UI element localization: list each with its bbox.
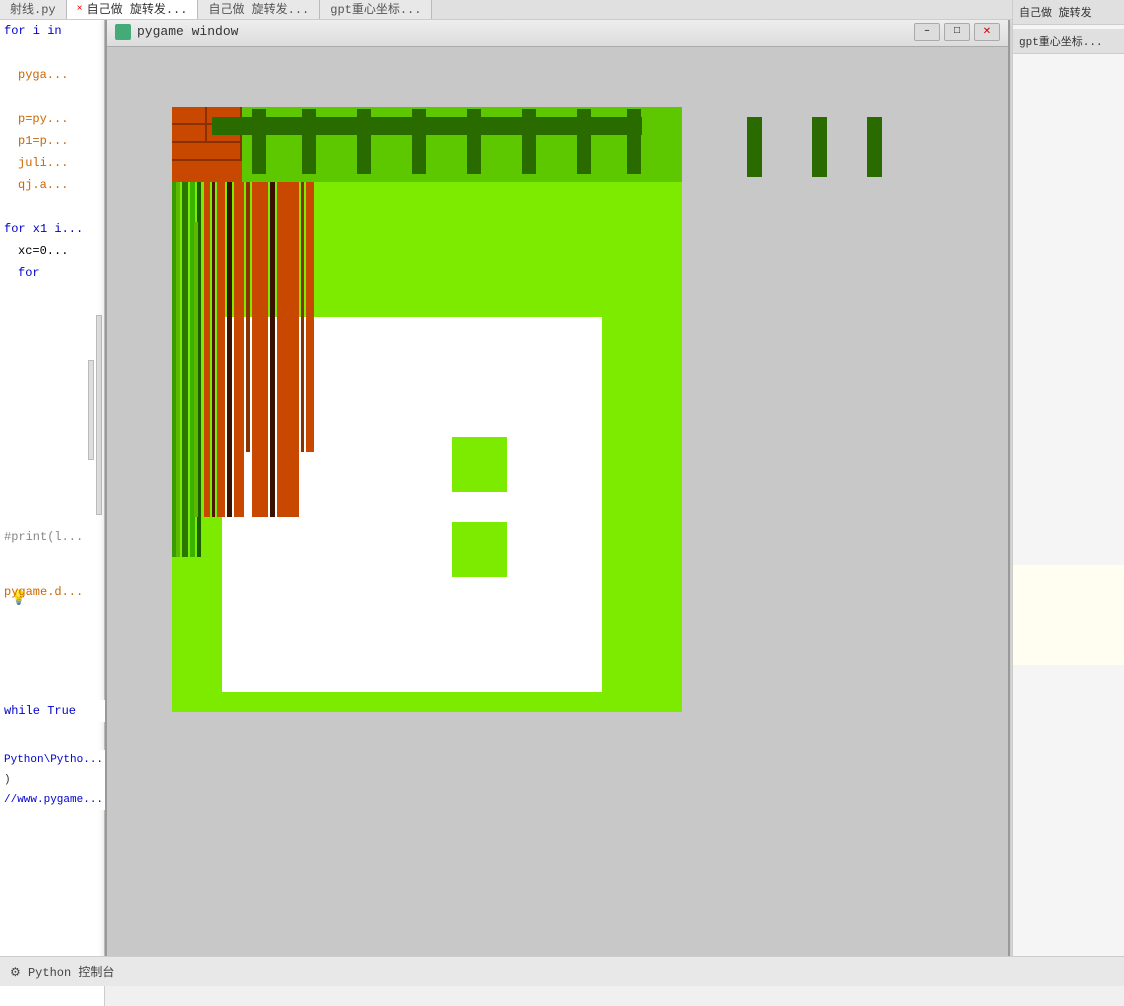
code-line-xc: xc=0... (0, 240, 104, 262)
code-line-1: for i in (0, 20, 104, 42)
code-line-p: p=py... (0, 108, 104, 130)
right-sidebar: 自己做 旋转发 gpt重心坐标... (1012, 0, 1124, 986)
tab-shoot[interactable]: 射线.py (0, 0, 67, 19)
restore-button[interactable]: □ (944, 23, 970, 41)
pygame-canvas (107, 47, 1008, 958)
green-platform (172, 182, 682, 712)
brick-1 (172, 107, 207, 123)
code-line-pygame-d: pygame.d... (4, 585, 83, 599)
green-square-1 (452, 437, 507, 492)
python-console-label[interactable]: ⚙ Python 控制台 (10, 963, 114, 980)
float-rect-2 (812, 117, 827, 177)
col-orange-4 (252, 182, 268, 517)
fence-area (172, 107, 682, 182)
tab-gpt[interactable]: gpt重心坐标... (320, 0, 432, 19)
fence-post-2 (302, 109, 316, 174)
fence-post-4 (412, 109, 426, 174)
console-line-1: Python\Pytho... (4, 750, 105, 770)
while-true-area: while True (0, 700, 105, 722)
stripe-2 (182, 182, 188, 557)
game-scene (172, 107, 682, 707)
col-orange-1 (204, 182, 210, 517)
code-line-juli: juli... (0, 152, 104, 174)
pygame-window: pygame window – □ ✕ (105, 15, 1010, 960)
col-med-2 (301, 182, 304, 452)
float-rect-3 (867, 117, 882, 177)
fence-post-1 (252, 109, 266, 174)
col-orange-6 (306, 182, 314, 452)
console-output: Python\Pytho... ) //www.pygame... (0, 750, 105, 810)
fence-post-3 (357, 109, 371, 174)
col-dark-1 (212, 182, 215, 517)
brick-5 (172, 143, 242, 159)
code-line-comment: #print(l... (4, 530, 83, 544)
code-line-p1: p1=p... (0, 130, 104, 152)
code-line-blank2 (0, 86, 104, 108)
pygame-window-icon (115, 24, 131, 40)
close-button[interactable]: ✕ (974, 23, 1000, 41)
fence-post-5 (467, 109, 481, 174)
code-panel: for i in pyga... p=py... p1=p... juli...… (0, 20, 105, 1006)
minimize-button[interactable]: – (914, 23, 940, 41)
console-line-3: //www.pygame... (4, 790, 105, 810)
tab-active-label: 自己做 旋转发... (87, 0, 188, 20)
bottom-bar: ⚙ Python 控制台 (0, 956, 1124, 986)
col-dark-3 (270, 182, 275, 517)
fence-post-6 (522, 109, 536, 174)
tab-self[interactable]: 自己做 旋转发... (198, 0, 320, 19)
code-line-qj: qj.a... (0, 174, 104, 196)
right-tab-2[interactable]: gpt重心坐标... (1013, 29, 1124, 54)
col-orange-5 (277, 182, 299, 517)
brick-row-3 (172, 143, 242, 161)
stripe-mix-1 (176, 182, 180, 557)
stripe-mix-2 (194, 222, 198, 517)
code-line-for: for (0, 262, 104, 284)
indent-guide-1 (96, 315, 102, 515)
console-line-2: ) (4, 770, 105, 790)
float-rect-1 (747, 117, 762, 177)
pygame-titlebar: pygame window – □ ✕ (107, 17, 1008, 47)
pygame-title: pygame window (137, 24, 908, 39)
indent-guide-2 (88, 360, 94, 460)
code-line-blank1 (0, 42, 104, 64)
tab-bar: 射线.py × 自己做 旋转发... 自己做 旋转发... gpt重心坐标... (0, 0, 1012, 20)
col-orange-2 (217, 182, 225, 517)
code-line-blank3 (0, 196, 104, 218)
col-dark-2 (227, 182, 232, 517)
pygame-controls: – □ ✕ (914, 23, 1000, 41)
col-med-1 (246, 182, 250, 452)
code-line-for-x1: for x1 i... (0, 218, 104, 240)
while-true-text: while True (4, 700, 105, 722)
tab-active[interactable]: × 自己做 旋转发... (67, 0, 199, 19)
tab-close-icon[interactable]: × (77, 0, 83, 20)
right-note-area (1013, 565, 1124, 665)
col-orange-3 (234, 182, 244, 517)
code-line-pyga: pyga... (0, 64, 104, 86)
green-square-2 (452, 522, 507, 577)
fence-post-7 (577, 109, 591, 174)
fence-post-8 (627, 109, 641, 174)
right-tab-1[interactable]: 自己做 旋转发 (1013, 0, 1124, 25)
brick-3 (172, 125, 207, 141)
